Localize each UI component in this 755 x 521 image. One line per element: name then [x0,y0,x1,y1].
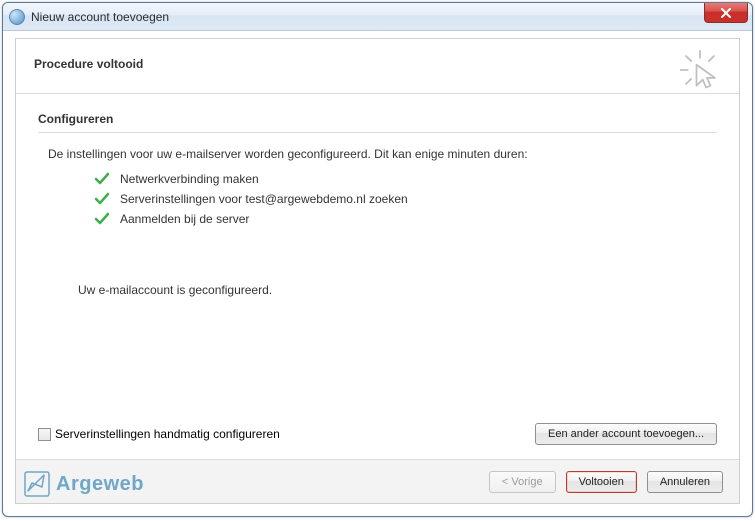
intro-text: De instellingen voor uw e-mailserver wor… [38,147,717,161]
step-label: Serverinstellingen voor test@argewebdemo… [120,192,408,206]
app-icon [9,9,25,25]
finish-button[interactable]: Voltooien [566,471,637,493]
check-icon [94,211,110,227]
brand: Argeweb [24,471,144,497]
step-item: Aanmelden bij de server [94,211,717,227]
done-message: Uw e-mailaccount is geconfigureerd. [38,283,717,297]
dialog-footer: Argeweb < Vorige Voltooien Annuleren [16,459,739,503]
checkbox-label: Serverinstellingen handmatig configurere… [55,427,280,441]
step-label: Aanmelden bij de server [120,212,249,226]
section-divider [38,132,717,133]
close-icon [721,8,731,18]
content-area: Configureren De instellingen voor uw e-m… [16,94,739,503]
steps-list: Netwerkverbinding maken Serverinstelling… [38,171,717,227]
dialog-body: Procedure voltooid Configureren De inste… [15,38,740,504]
titlebar[interactable]: Nieuw account toevoegen [3,3,752,31]
cursor-click-icon [679,49,721,91]
cancel-button[interactable]: Annuleren [647,471,723,493]
dialog-header: Procedure voltooid [16,39,739,94]
window-title: Nieuw account toevoegen [31,10,169,24]
brand-icon [24,471,50,497]
add-another-account-button[interactable]: Een ander account toevoegen... [535,423,717,445]
check-icon [94,171,110,187]
back-button: < Vorige [489,471,556,493]
dialog-window: Nieuw account toevoegen Procedure voltoo… [2,2,753,517]
manual-config-checkbox[interactable]: Serverinstellingen handmatig configurere… [38,427,280,441]
step-item: Netwerkverbinding maken [94,171,717,187]
header-title: Procedure voltooid [34,57,721,71]
options-row: Serverinstellingen handmatig configurere… [38,423,717,445]
close-button[interactable] [704,3,748,23]
brand-name: Argeweb [56,473,144,496]
checkbox-box[interactable] [38,428,51,441]
step-label: Netwerkverbinding maken [120,172,259,186]
step-item: Serverinstellingen voor test@argewebdemo… [94,191,717,207]
section-title: Configureren [38,112,717,126]
check-icon [94,191,110,207]
